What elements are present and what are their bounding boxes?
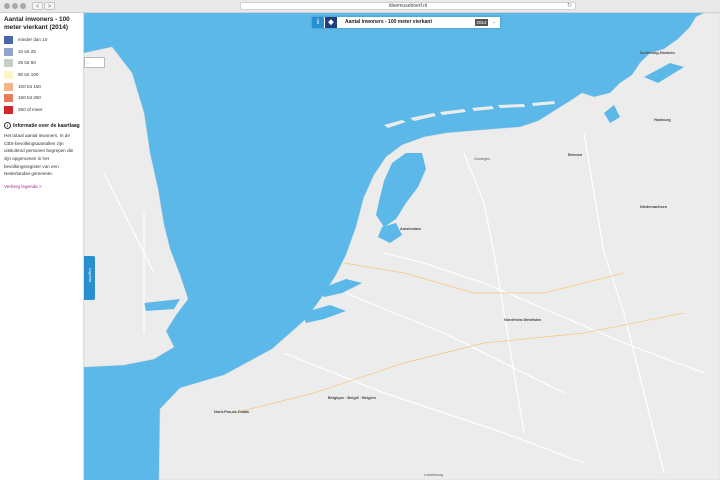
wadden-island — [472, 106, 494, 111]
legend-color-swatch — [4, 94, 13, 103]
place-label: Belgique · België · Belgien — [328, 396, 376, 400]
map-canvas[interactable]: Schleswig-Holstein Hamburg Bremen Nieder… — [84, 13, 720, 480]
legend-class-label: 50 tot 100 — [18, 72, 39, 78]
place-label: Groningen — [474, 157, 490, 161]
legend-class-label: 100 tot 150 — [18, 83, 41, 89]
info-icon: i — [317, 19, 319, 26]
info-icon: i — [4, 121, 11, 129]
legend-panel: Aantal inwoners - 100 meter vierkant (20… — [0, 13, 84, 480]
legend-class-row: 50 tot 100 — [4, 71, 79, 83]
legend-class-row: 10 tot 25 — [4, 47, 79, 60]
layer-title: Aantal inwoners - 100 meter vierkant — [345, 19, 432, 25]
legend-list: minder dan 10 10 tot 25 25 tot 50 50 tot 10… — [4, 36, 79, 118]
legend-color-swatch — [4, 36, 13, 44]
wadden-island — [532, 101, 555, 106]
legend-class-row: 25 tot 50 — [4, 59, 79, 71]
legend-class-label: 250 of meer — [18, 107, 43, 113]
legend-color-swatch — [4, 47, 13, 56]
place-label: Schleswig-Holstein — [640, 51, 675, 55]
legend-tab-label: Legenda — [88, 268, 92, 282]
wadden-island — [410, 113, 436, 121]
wadden-island — [498, 104, 525, 108]
layer-info-text: Het totaal aantal inwoners. In de CBS-be… — [4, 132, 74, 177]
place-label: Bremen — [568, 153, 583, 157]
great-britain — [84, 46, 189, 368]
place-label: Niedersachsen — [640, 205, 668, 209]
wadden-island — [440, 109, 466, 115]
legend-color-swatch — [4, 106, 13, 115]
place-label: Nordrhein-Westfalen — [504, 318, 542, 322]
layer-info-heading-text: Informatie over de kaartlaag — [13, 122, 80, 129]
place-label: Amsterdam — [400, 227, 421, 231]
browser-toolbar: < > ideemuseboerf.nl ↻ — [0, 0, 720, 13]
chevron-down-icon[interactable]: ⌄ — [492, 19, 496, 25]
reload-icon[interactable]: ↻ — [567, 3, 572, 10]
address-bar[interactable]: ideemuseboerf.nl ↻ — [240, 2, 576, 10]
legend-class-row: 150 tot 250 — [4, 94, 79, 106]
legend-toggle-tab[interactable]: Legenda — [84, 256, 95, 300]
legend-class-label: 10 tot 25 — [18, 48, 36, 54]
map-search-input[interactable]: … — [84, 57, 105, 68]
url-text: ideemuseboerf.nl — [388, 3, 428, 9]
legend-class-row: 100 tot 150 — [4, 82, 79, 95]
legend-class-label: 25 tot 50 — [18, 60, 36, 66]
place-label: Luxembourg — [424, 473, 443, 477]
legend-title: Aantal inwoners - 100 meter vierkant (20… — [4, 16, 70, 31]
minimize-window-button[interactable] — [12, 3, 18, 9]
forward-button[interactable]: > — [44, 2, 55, 10]
wadden-island — [384, 120, 406, 128]
close-window-button[interactable] — [4, 3, 10, 9]
legend-color-swatch — [4, 82, 13, 91]
maximize-window-button[interactable] — [20, 3, 26, 9]
year-selector[interactable]: 2014 — [475, 19, 488, 26]
layers-button[interactable]: ◆ — [325, 17, 337, 28]
layer-toolbar: i ◆ Aantal inwoners - 100 meter vierkant… — [312, 17, 500, 28]
map-drawing — [84, 13, 720, 480]
legend-color-swatch — [4, 71, 13, 80]
legend-color-swatch — [4, 59, 13, 68]
layers-icon: ◆ — [328, 19, 334, 26]
layer-info-heading: i Informatie over de kaartlaag — [4, 121, 80, 129]
place-label: Hamburg — [654, 118, 671, 122]
back-button[interactable]: < — [32, 2, 43, 10]
place-label: Nord-Pas-de-Calais — [214, 410, 250, 414]
info-button[interactable]: i — [312, 17, 324, 28]
hide-legend-link[interactable]: Verberg legenda > — [4, 184, 79, 189]
legend-class-label: minder dan 10 — [18, 37, 48, 42]
legend-class-label: 150 tot 250 — [18, 95, 41, 101]
legend-class-row: 250 of meer — [4, 106, 79, 118]
legend-class-row: minder dan 10 — [4, 36, 79, 48]
